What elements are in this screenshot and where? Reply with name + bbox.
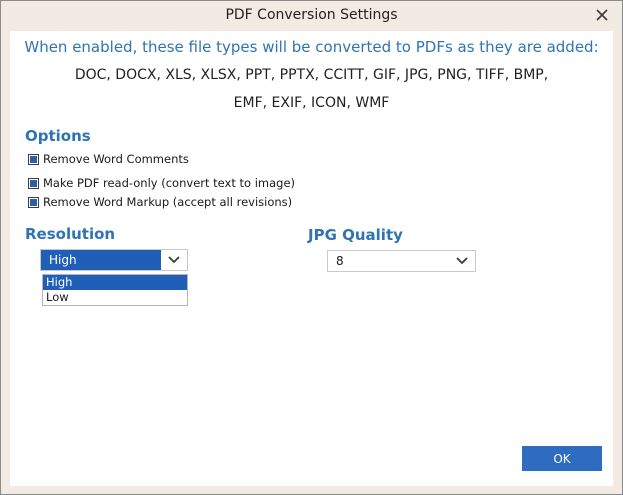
checkbox-check-mark: [30, 198, 37, 206]
ok-button[interactable]: OK: [522, 446, 602, 471]
make-pdf-read-only-checkbox[interactable]: Make PDF read-only (convert text to imag…: [28, 176, 295, 190]
remove-word-markup-checkbox[interactable]: Remove Word Markup (accept all revisions…: [28, 195, 292, 209]
checkbox-label: Remove Word Markup (accept all revisions…: [43, 195, 293, 209]
checkbox-box[interactable]: [28, 196, 39, 208]
remove-word-comments-checkbox[interactable]: Remove Word Comments: [28, 152, 189, 166]
resolution-dropdown-list: High Low: [42, 274, 188, 306]
checkbox-label: Make PDF read-only (convert text to imag…: [43, 176, 296, 190]
dropdown-option-high[interactable]: High: [43, 275, 187, 290]
jpg-quality-heading: JPG Quality: [308, 226, 403, 244]
close-icon: [596, 9, 608, 21]
checkbox-label: Remove Word Comments: [43, 152, 189, 166]
resolution-select[interactable]: High: [40, 249, 188, 271]
jpg-quality-select-value: 8: [336, 254, 344, 268]
checkbox-check-mark: [30, 155, 37, 163]
dropdown-option-low[interactable]: Low: [43, 290, 187, 305]
resolution-select-value: High: [41, 250, 161, 270]
chevron-down-icon[interactable]: [449, 251, 475, 271]
chevron-down-icon[interactable]: [161, 250, 187, 270]
resolution-heading: Resolution: [25, 225, 116, 243]
checkbox-box[interactable]: [28, 177, 39, 189]
close-button[interactable]: [590, 4, 614, 26]
options-heading: Options: [25, 127, 91, 145]
checkbox-check-mark: [30, 179, 37, 187]
intro-text: When enabled, these file types will be c…: [24, 38, 599, 56]
title-bar: PDF Conversion Settings: [1, 1, 622, 31]
file-types-list: DOC, DOCX, XLS, XLSX, PPT, PPTX, CCITT, …: [74, 67, 549, 111]
dialog-window: PDF Conversion Settings When enabled, th…: [0, 0, 623, 495]
jpg-quality-select[interactable]: 8: [327, 250, 476, 272]
window-title: PDF Conversion Settings: [225, 7, 398, 23]
checkbox-box[interactable]: [28, 153, 39, 165]
dialog-content: When enabled, these file types will be c…: [10, 31, 613, 486]
